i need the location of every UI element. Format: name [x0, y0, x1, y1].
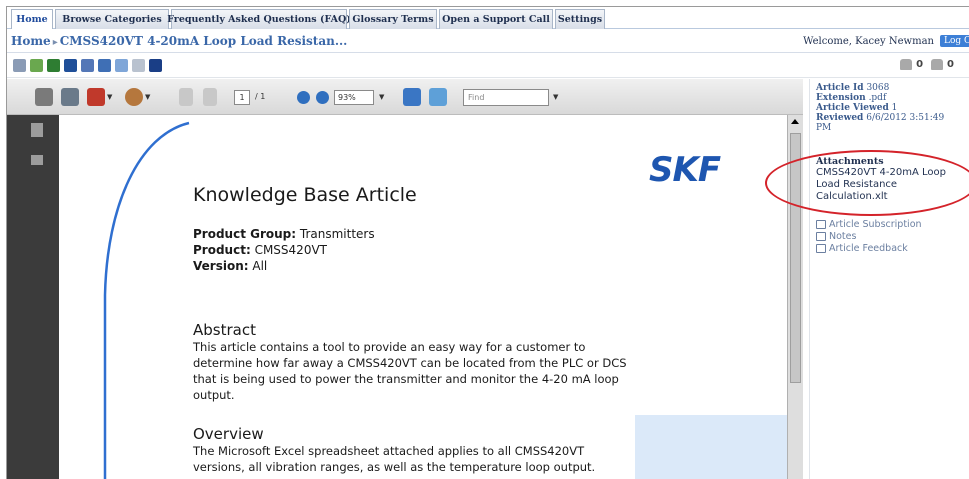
article-id-row: Article Id 3068: [816, 83, 889, 93]
article-id-value: 3068: [866, 83, 890, 93]
pdf-collab-icon[interactable]: [125, 88, 143, 106]
app-frame: Home Browse Categories Frequently Asked …: [6, 6, 969, 479]
zoom-in-icon[interactable]: [316, 91, 329, 104]
downvote-count: 0: [947, 59, 954, 70]
abstract-text: This article contains a tool to provide …: [193, 340, 627, 402]
fit-page-icon[interactable]: [429, 88, 447, 106]
zoom-select[interactable]: 93%: [334, 90, 374, 105]
version-label: Version:: [193, 259, 249, 273]
save-icon[interactable]: [64, 59, 77, 72]
version-value: All: [252, 259, 268, 273]
version-field: Version: All: [193, 259, 267, 273]
product-field: Product: CMSS420VT: [193, 243, 327, 257]
external-link-icon: [816, 220, 826, 229]
pdf-toolbar: ▼ ▼ 1 / 1 93% ▼ Find ▼: [7, 79, 803, 115]
article-subscription-link[interactable]: Article Subscription: [816, 219, 922, 230]
highlight-ellipse: [765, 150, 969, 216]
article-title: Knowledge Base Article: [193, 184, 417, 206]
article-subscription-label: Article Subscription: [829, 219, 922, 230]
tab-glossary-terms[interactable]: Glossary Terms: [349, 9, 437, 29]
attachments-panel-icon[interactable]: [31, 155, 43, 165]
reviewed-value: 6/6/2012 3:51:49: [866, 113, 945, 123]
product-value: CMSS420VT: [254, 243, 327, 257]
product-group-field: Product Group: Transmitters: [193, 227, 375, 241]
pdf-viewer: ▼ ▼ 1 / 1 93% ▼ Find ▼ SKF Knowledge Bas…: [7, 79, 803, 479]
print-icon[interactable]: [13, 59, 26, 72]
related-icon[interactable]: [149, 59, 162, 72]
pdf-page: SKF Knowledge Base Article Product Group…: [59, 115, 787, 479]
chevron-down-icon[interactable]: ▼: [379, 93, 384, 101]
tab-faq[interactable]: Frequently Asked Questions (FAQ): [167, 9, 351, 29]
abstract-heading: Abstract: [193, 321, 256, 339]
pdf-save-icon[interactable]: [61, 88, 79, 106]
overview-heading: Overview: [193, 425, 264, 443]
breadcrumb-current: CMSS420VT 4-20mA Loop Load Resistan...: [59, 34, 348, 48]
breadcrumb-row: Home ▸ CMSS420VT 4-20mA Loop Load Resistan…: [7, 29, 969, 53]
external-link-icon: [816, 232, 826, 241]
fit-width-icon[interactable]: [403, 88, 421, 106]
find-input[interactable]: Find: [463, 89, 549, 106]
viewed-row: Article Viewed 1: [816, 103, 897, 113]
chevron-down-icon[interactable]: ▼: [553, 93, 558, 101]
reviewed-row: Reviewed 6/6/2012 3:51:49: [816, 113, 944, 123]
favorite-icon[interactable]: [132, 59, 145, 72]
zoom-out-icon[interactable]: [297, 91, 310, 104]
upvote-count: 0: [916, 59, 924, 70]
viewed-value: 1: [891, 103, 898, 113]
extension-row: Extension .pdf: [816, 93, 886, 103]
breadcrumb-separator: ▸: [52, 37, 58, 48]
copy-icon[interactable]: [81, 59, 94, 72]
excel-icon[interactable]: [47, 59, 60, 72]
product-label: Product:: [193, 243, 251, 257]
chevron-down-icon[interactable]: ▼: [145, 93, 150, 101]
previous-page-icon[interactable]: [179, 88, 193, 106]
pdf-print-icon[interactable]: [35, 88, 53, 106]
notes-label: Notes: [829, 231, 857, 242]
vote-area: 0 0: [900, 59, 954, 70]
extension-value: .pdf: [868, 93, 887, 103]
main-tab-bar: Home Browse Categories Frequently Asked …: [7, 7, 969, 29]
export-icon[interactable]: [30, 59, 43, 72]
thumbs-up-icon[interactable]: [900, 59, 913, 70]
page-number-input[interactable]: 1: [234, 90, 250, 105]
extension-label: Extension: [816, 93, 866, 103]
article-feedback-link[interactable]: Article Feedback: [816, 243, 908, 254]
thumbs-down-icon[interactable]: [931, 59, 944, 70]
pdf-share-icon[interactable]: [87, 88, 105, 106]
bookmark-icon[interactable]: [115, 59, 128, 72]
page-total: / 1: [255, 92, 266, 101]
scroll-up-arrow-icon[interactable]: [791, 119, 799, 124]
overview-text: The Microsoft Excel spreadsheet attached…: [193, 444, 596, 474]
product-group-value: Transmitters: [299, 227, 375, 241]
welcome-text: Welcome, Kacey Newman: [803, 35, 934, 47]
external-link-icon: [816, 244, 826, 253]
tab-settings[interactable]: Settings: [555, 9, 605, 29]
article-toolbar: 0 0: [7, 54, 969, 78]
article-id-label: Article Id: [816, 83, 864, 93]
pdf-side-rail: [7, 115, 59, 479]
reviewed-cont: PM: [816, 123, 832, 133]
skf-logo: SKF: [649, 150, 721, 190]
page-decorative-curve: [103, 121, 190, 479]
viewed-label: Article Viewed: [816, 103, 889, 113]
tab-browse-categories[interactable]: Browse Categories: [55, 9, 169, 29]
article-info-panel: Article Id 3068 Extension .pdf Article V…: [809, 79, 969, 479]
breadcrumb: Home ▸ CMSS420VT 4-20mA Loop Load Resistan…: [11, 34, 347, 48]
product-group-label: Product Group:: [193, 227, 297, 241]
next-page-icon[interactable]: [203, 88, 217, 106]
pages-panel-icon[interactable]: [31, 123, 43, 137]
notes-link[interactable]: Notes: [816, 231, 856, 242]
chevron-down-icon[interactable]: ▼: [107, 93, 112, 101]
breadcrumb-home[interactable]: Home: [11, 34, 51, 48]
welcome-area: Welcome, Kacey Newman Log Out: [803, 35, 969, 47]
email-icon[interactable]: [98, 59, 111, 72]
article-feedback-label: Article Feedback: [829, 243, 908, 254]
reviewed-label: Reviewed: [816, 113, 864, 123]
logout-button[interactable]: Log Out: [940, 35, 969, 47]
page-decorative-block: [635, 415, 787, 479]
tab-home[interactable]: Home: [11, 9, 53, 29]
tab-open-support-call[interactable]: Open a Support Call: [439, 9, 553, 29]
